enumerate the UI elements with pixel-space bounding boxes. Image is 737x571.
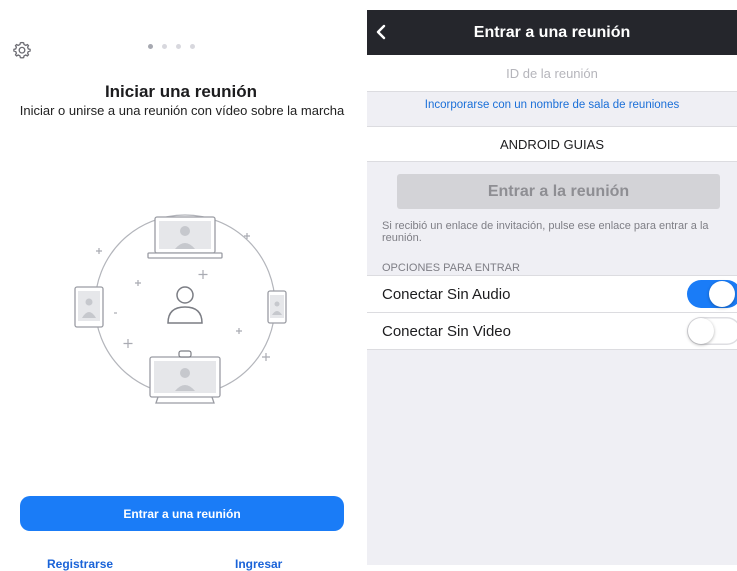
enter-meeting-button[interactable]: Entrar a la reunión (397, 174, 720, 209)
no-audio-toggle[interactable] (687, 280, 737, 308)
monitor-icon (149, 350, 221, 404)
option-no-audio-row: Conectar Sin Audio (367, 275, 737, 312)
personal-room-link[interactable]: Incorporarse con un nombre de sala de re… (367, 99, 737, 111)
login-link[interactable]: Ingresar (235, 557, 282, 571)
invitation-hint: Si recibió un enlace de invitación, puls… (382, 220, 709, 244)
meeting-illustration (74, 214, 287, 404)
page-dot (190, 44, 195, 49)
page-title: Iniciar una reunión (104, 82, 258, 101)
options-header: OPCIONES PARA ENTRAR (382, 262, 520, 274)
page-subtitle: Iniciar o unirse a una reunión con vídeo… (19, 103, 345, 118)
join-meeting-button[interactable]: Entrar a una reunión (20, 496, 344, 531)
page-dot (176, 44, 181, 49)
nav-header: Entrar a una reunión (367, 10, 737, 55)
user-icon (167, 286, 203, 324)
option-label: Conectar Sin Audio (382, 285, 511, 303)
gear-icon[interactable] (12, 40, 32, 60)
toggle-knob (709, 281, 735, 307)
join-meeting-screen: Entrar a una reunión ID de la reunión In… (367, 10, 737, 565)
no-video-toggle[interactable] (687, 317, 737, 345)
option-no-video-row: Conectar Sin Video (367, 312, 737, 350)
page-dot-active (148, 44, 153, 49)
phone-icon (267, 290, 287, 324)
display-name-input[interactable]: ANDROID GUIAS (367, 126, 737, 162)
signup-link[interactable]: Registrarse (47, 557, 113, 571)
start-meeting-screen: Iniciar una reunión Iniciar o unirse a u… (0, 0, 362, 571)
toggle-knob (688, 318, 714, 344)
laptop-icon (147, 216, 223, 259)
page-dot (162, 44, 167, 49)
option-label: Conectar Sin Video (382, 322, 511, 340)
page-indicator (148, 44, 195, 49)
meeting-id-input[interactable]: ID de la reunión (367, 55, 737, 92)
tablet-icon (74, 286, 104, 328)
nav-title: Entrar a una reunión (473, 24, 631, 41)
